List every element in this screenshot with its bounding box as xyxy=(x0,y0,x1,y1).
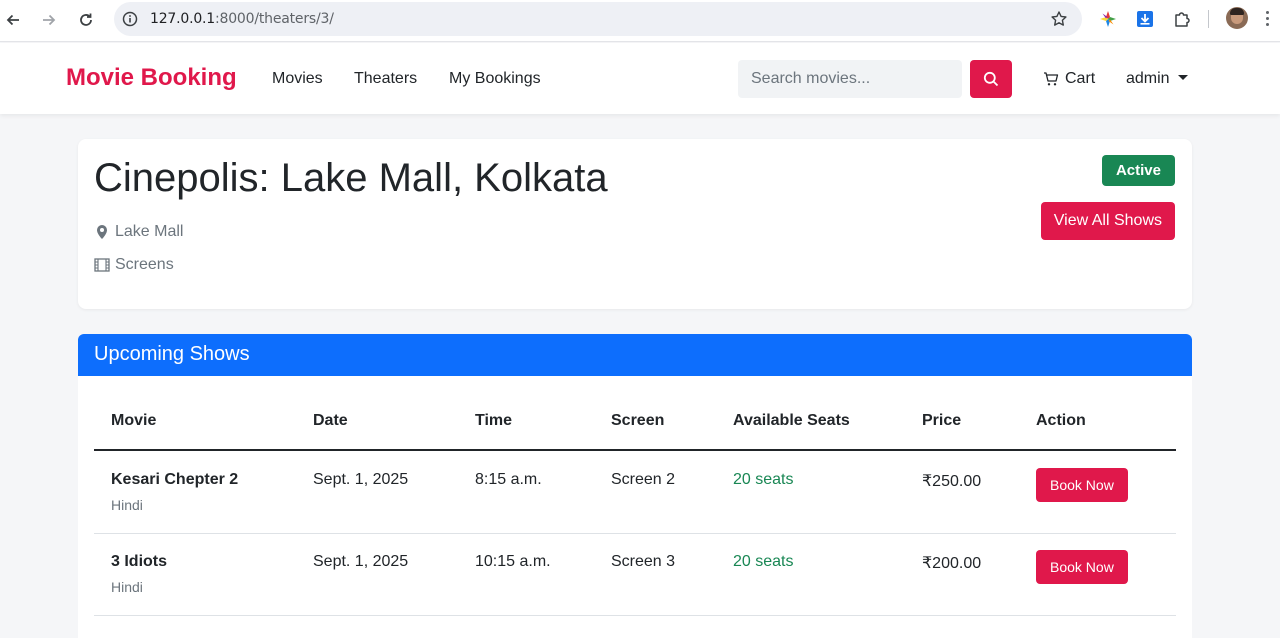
brand-logo-text[interactable]: Movie Booking xyxy=(66,64,237,92)
screens-label: Screens xyxy=(115,256,174,273)
book-now-button[interactable]: Book Now xyxy=(1036,550,1128,584)
address-bar[interactable]: 127.0.0.1:8000/theaters/3/ xyxy=(114,2,1082,36)
show-price: ₹200.00 xyxy=(922,555,982,572)
book-now-button[interactable]: Book Now xyxy=(1036,468,1128,502)
chevron-down-icon xyxy=(1177,75,1188,80)
available-seats: 20 seats xyxy=(733,471,794,488)
column-header-screen: Screen xyxy=(611,412,665,429)
view-all-shows-button[interactable]: View All Shows xyxy=(1040,202,1175,240)
site-navbar: Movie Booking Movies Theaters My Booking… xyxy=(0,43,1280,114)
reload-icon[interactable] xyxy=(74,8,98,32)
theater-location: Lake Mall xyxy=(94,223,183,241)
status-badge: Active xyxy=(1101,155,1175,186)
url-text: 127.0.0.1:8000/theaters/3/ xyxy=(150,11,334,27)
film-icon xyxy=(94,258,110,272)
movie-language: Hindi xyxy=(111,579,143,595)
table-header-divider xyxy=(94,449,1176,451)
column-header-price: Price xyxy=(922,412,962,429)
theater-info-card: Cinepolis: Lake Mall, Kolkata Lake Mall … xyxy=(78,139,1192,309)
show-time: 10:15 a.m. xyxy=(475,553,551,570)
row-divider xyxy=(94,615,1176,616)
extensions-puzzle-icon[interactable] xyxy=(1171,8,1193,30)
nav-link-my-bookings[interactable]: My Bookings xyxy=(449,70,541,88)
user-menu-toggle[interactable]: admin xyxy=(1126,70,1188,88)
search-input[interactable] xyxy=(738,60,962,98)
extension-colorful-icon[interactable] xyxy=(1097,8,1119,30)
show-time: 8:15 a.m. xyxy=(475,471,542,488)
location-text: Lake Mall xyxy=(115,223,184,240)
show-screen: Screen 3 xyxy=(611,553,676,570)
movie-language: Hindi xyxy=(111,497,143,513)
browser-menu-icon[interactable] xyxy=(1266,11,1269,26)
show-screen: Screen 2 xyxy=(611,471,676,488)
column-header-time: Time xyxy=(475,412,513,429)
upcoming-shows-card: Upcoming Shows Movie Date Time Screen Av… xyxy=(78,334,1192,638)
available-seats: 20 seats xyxy=(733,553,794,570)
cart-label: Cart xyxy=(1065,70,1096,87)
search-button[interactable] xyxy=(970,60,1012,98)
search-icon xyxy=(983,71,999,87)
row-divider xyxy=(94,533,1176,534)
column-header-date: Date xyxy=(313,412,348,429)
back-icon[interactable] xyxy=(1,8,25,32)
page-title: Cinepolis: Lake Mall, Kolkata xyxy=(94,156,608,200)
show-price: ₹250.00 xyxy=(922,473,982,490)
column-header-action: Action xyxy=(1036,412,1086,429)
profile-avatar[interactable] xyxy=(1226,7,1248,29)
browser-toolbar: 127.0.0.1:8000/theaters/3/ xyxy=(0,0,1280,42)
site-info-icon[interactable] xyxy=(122,11,138,32)
nav-link-movies[interactable]: Movies xyxy=(272,70,323,88)
map-pin-icon xyxy=(97,225,107,239)
nav-link-theaters[interactable]: Theaters xyxy=(354,70,417,88)
column-header-movie: Movie xyxy=(111,412,157,429)
download-icon[interactable] xyxy=(1134,8,1156,30)
show-date: Sept. 1, 2025 xyxy=(313,553,409,570)
column-header-available-seats: Available Seats xyxy=(733,412,850,429)
movie-title: 3 Idiots xyxy=(111,553,168,570)
show-date: Sept. 1, 2025 xyxy=(313,471,409,488)
cart-link[interactable]: Cart xyxy=(1043,70,1095,88)
cart-icon xyxy=(1044,72,1059,86)
theater-screens: Screens xyxy=(94,256,174,274)
toolbar-divider xyxy=(1208,10,1209,28)
shows-card-header: Upcoming Shows xyxy=(78,334,1192,376)
forward-icon[interactable] xyxy=(37,8,61,32)
user-label: admin xyxy=(1126,70,1170,87)
bookmark-star-icon[interactable] xyxy=(1050,10,1068,33)
movie-title: Kesari Chepter 2 xyxy=(111,471,239,488)
